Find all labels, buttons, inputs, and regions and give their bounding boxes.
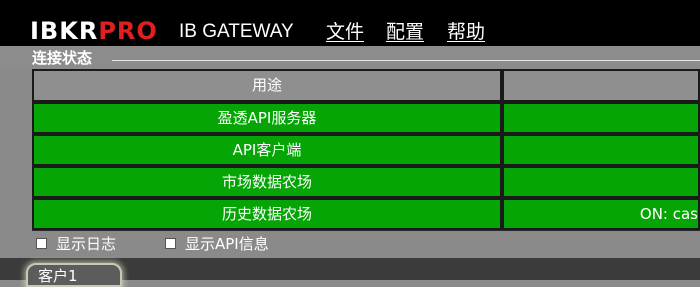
menu-configure[interactable]: 配置 <box>386 19 424 45</box>
section-divider <box>112 60 700 62</box>
product-name: IB GATEWAY <box>179 21 294 42</box>
row-status-market-data-farm <box>502 166 700 198</box>
ibkr-pro-logo: IBKRPRO <box>30 15 158 47</box>
connection-status-table: 用途 盈透API服务器 API客户端 市场数据农场 历史数据农场 ON: cas <box>32 69 700 231</box>
options-row: 显示日志 显示API信息 <box>0 233 700 255</box>
menu-bar: IBKRPRO IB GATEWAY 文件 配置 帮助 <box>0 0 700 46</box>
show-log-checkbox[interactable] <box>36 238 47 249</box>
row-status-api-server <box>502 102 700 134</box>
row-label-api-client: API客户端 <box>32 134 502 166</box>
show-api-info-checkbox[interactable] <box>165 238 176 249</box>
column-header-purpose: 用途 <box>32 69 502 102</box>
row-status-api-client <box>502 134 700 166</box>
connection-status-title: 连接状态 <box>32 48 99 68</box>
tab-client-1[interactable]: 客户1 <box>26 263 122 287</box>
row-label-market-data-farm: 市场数据农场 <box>32 166 502 198</box>
row-label-historical-data-farm: 历史数据农场 <box>32 198 502 230</box>
row-label-api-server: 盈透API服务器 <box>32 102 502 134</box>
row-status-historical-data-farm: ON: cas <box>502 198 700 230</box>
section-band <box>0 46 700 70</box>
show-log-label[interactable]: 显示日志 <box>56 233 116 255</box>
logo-pro-text: PRO <box>98 17 158 45</box>
menu-file[interactable]: 文件 <box>326 19 364 45</box>
menu-help[interactable]: 帮助 <box>447 19 485 45</box>
show-api-info-label[interactable]: 显示API信息 <box>185 233 269 255</box>
logo-ibkr-text: IBKR <box>30 17 99 45</box>
column-header-status <box>502 69 700 102</box>
